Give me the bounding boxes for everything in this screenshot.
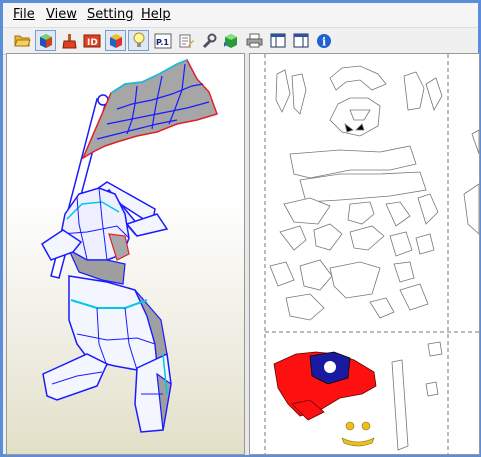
window-client-area: File View Setting Help ID P.1 i: [3, 3, 480, 455]
color-cube-button[interactable]: [105, 30, 126, 51]
unfold-cube-button[interactable]: [221, 30, 242, 51]
split-view-left-icon: [270, 33, 285, 48]
3d-model-canvas[interactable]: [7, 54, 244, 454]
id-label-button[interactable]: ID: [81, 30, 102, 51]
menu-bar: File View Setting Help: [3, 3, 478, 28]
print-button[interactable]: [244, 30, 265, 51]
id-label-icon: ID: [83, 34, 100, 48]
brush-icon: [61, 33, 77, 48]
color-cube-icon: [109, 33, 122, 48]
toolbar: ID P.1 i: [3, 28, 478, 55]
settings-wrench-button[interactable]: [198, 30, 219, 51]
info-button[interactable]: i: [313, 30, 334, 51]
page-number-icon: P.1: [154, 33, 171, 48]
page-number-button[interactable]: P.1: [152, 30, 173, 51]
edit-text-icon: [179, 34, 194, 47]
3d-model-view[interactable]: [6, 53, 245, 455]
svg-text:P.1: P.1: [156, 38, 169, 47]
yellow-parts: [341, 421, 375, 447]
menu-help[interactable]: Help: [141, 7, 171, 22]
app-window: File View Setting Help ID P.1 i: [0, 0, 481, 457]
split-view-right-icon: [293, 33, 308, 48]
menu-setting[interactable]: Setting: [87, 7, 134, 22]
print-icon: [246, 33, 263, 48]
brush-button[interactable]: [58, 30, 79, 51]
flag-pieces: [273, 351, 377, 421]
lightbulb-icon: [133, 32, 144, 47]
split-view-left-button[interactable]: [267, 30, 288, 51]
pattern-canvas[interactable]: [250, 54, 479, 454]
pattern-layout-view[interactable]: [249, 53, 480, 455]
open-folder-button[interactable]: [12, 30, 33, 51]
edit-text-button[interactable]: [175, 30, 196, 51]
info-icon: i: [316, 33, 331, 48]
open-folder-icon: [14, 35, 31, 47]
menu-file[interactable]: File: [13, 7, 35, 22]
svg-text:i: i: [322, 35, 326, 48]
flag-sun: [324, 361, 336, 373]
svg-text:ID: ID: [87, 38, 98, 48]
lightbulb-button[interactable]: [128, 30, 149, 51]
3d-view-button[interactable]: [35, 30, 56, 51]
split-view-right-button[interactable]: [290, 30, 311, 51]
menu-view[interactable]: View: [46, 7, 77, 22]
settings-wrench-icon: [202, 33, 216, 48]
3d-view-icon: [39, 33, 52, 48]
unfold-cube-icon: [224, 33, 237, 48]
